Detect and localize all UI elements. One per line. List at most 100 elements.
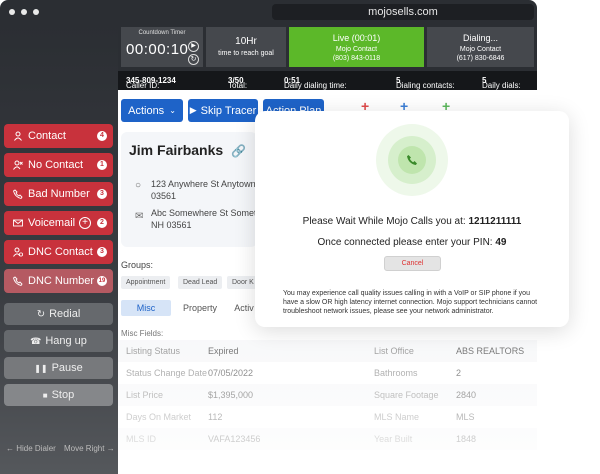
phone-block-icon <box>12 276 23 287</box>
skip-tracer-label: Skip Tracer <box>200 104 257 117</box>
field-key: Year Built <box>374 434 413 444</box>
bad-number-button-label: Bad Number <box>28 188 90 200</box>
misc-fields-label: Misc Fields: <box>121 329 164 338</box>
redial-label: Redial <box>49 308 81 320</box>
field-key: Bathrooms <box>374 368 418 378</box>
field-value: ABS REALTORS <box>456 346 525 356</box>
window-minimize-dot[interactable] <box>21 9 27 15</box>
dialing-phone: (617) 830-6846 <box>456 55 505 62</box>
tab-property[interactable]: Property <box>175 300 225 316</box>
table-row: Status Change Date 07/05/2022 Bathrooms … <box>118 362 537 384</box>
person-block-icon <box>12 247 23 258</box>
total-count: Total: 3/50 <box>228 76 247 90</box>
field-key: List Office <box>374 346 414 356</box>
table-row: MLS ID VAFA123456 Year Built 1848 <box>118 428 537 450</box>
field-key: Square Footage <box>374 390 439 400</box>
hangup-icon: ☎ <box>30 335 42 346</box>
dnc-number-button[interactable]: DNC Number 19 <box>4 269 113 293</box>
dialing-name: Mojo Contact <box>459 46 502 53</box>
pin-message: Once connected please enter your PIN: 49 <box>255 237 569 248</box>
dialing-contacts: Dialing contacts: 5 <box>396 76 455 90</box>
live-call-title: Live (00:01) <box>332 33 381 43</box>
caller-id-label: Caller ID: <box>126 81 160 90</box>
field-value: VAFA123456 <box>208 434 261 444</box>
window-maximize-dot[interactable] <box>33 9 39 15</box>
countdown-label: Countdown Timer <box>138 30 186 36</box>
no-contact-button-label: No Contact <box>28 159 84 171</box>
actions-dropdown[interactable]: Actions ⌄ <box>121 99 183 122</box>
skip-tracer-button[interactable]: ▶ Skip Tracer <box>188 99 258 122</box>
voicemail-button[interactable]: Voicemail + 2 <box>4 211 113 235</box>
address-bar[interactable]: mojosells.com <box>272 4 534 20</box>
group-chip-dead-lead[interactable]: Dead Lead <box>178 276 223 289</box>
stop-button[interactable]: ■ Stop <box>4 384 113 406</box>
live-call-panel[interactable]: Live (00:01) Mojo Contact (803) 843-0118 <box>289 27 424 67</box>
misc-fields-table: Listing Status Expired List Office ABS R… <box>118 340 537 474</box>
dialer-sidebar: Contact 4 No Contact 1 Bad Number 3 Voic… <box>0 24 118 474</box>
goal-panel: 10Hr time to reach goal <box>206 27 286 67</box>
phone-icon <box>398 146 426 174</box>
link-icon[interactable]: 🔗 <box>231 144 246 158</box>
contact-count-badge: 4 <box>97 131 107 141</box>
field-value: MLS <box>456 412 475 422</box>
pin-text: Once connected please enter your PIN: <box>317 237 493 248</box>
pause-label: Pause <box>51 362 83 374</box>
countdown-minutes: 00 <box>148 41 167 58</box>
contact-name: Jim Fairbanks 🔗 <box>129 142 246 158</box>
goal-label: time to reach goal <box>218 50 274 57</box>
location-pin-icon: ○ <box>135 180 142 191</box>
pause-button[interactable]: ❚❚ Pause <box>4 357 113 379</box>
redial-button[interactable]: ↻ Redial <box>4 303 113 325</box>
address2-line2: NH 03561 <box>151 220 192 230</box>
group-chip-appointment[interactable]: Appointment <box>121 276 171 289</box>
field-key: Listing Status <box>126 346 181 356</box>
contact-card: Jim Fairbanks 🔗 ○ 123 Anywhere St Anytow… <box>121 132 261 247</box>
bad-number-button[interactable]: Bad Number 3 <box>4 182 113 206</box>
live-call-phone: (803) 843-0118 <box>332 55 381 62</box>
field-value: 1848 <box>456 434 477 444</box>
hide-dialer-link[interactable]: ← Hide Dialer <box>6 444 56 453</box>
stop-label: Stop <box>51 389 75 401</box>
phone-x-icon <box>12 189 23 200</box>
redial-icon: ↻ <box>36 308 46 320</box>
dnc-number-count-badge: 19 <box>97 276 107 286</box>
wait-number: 1211211111 <box>468 216 522 227</box>
daily-dialing-time: Daily dialing time: 0:51 <box>284 76 347 90</box>
dialer-topbar: Countdown Timer 00:00:10 ▶ ↻ 10Hr time t… <box>118 24 537 71</box>
quality-note: You may experience call quality issues c… <box>283 290 538 315</box>
address1-line2: 03561 <box>151 191 177 201</box>
voicemail-count-badge: 2 <box>97 218 107 228</box>
field-key: MLS ID <box>126 434 157 444</box>
reset-icon[interactable]: ↻ <box>188 54 199 65</box>
contact-name-text: Jim Fairbanks <box>129 142 224 158</box>
play-icon[interactable]: ▶ <box>188 41 199 52</box>
mailbox-icon: ✉ <box>135 211 144 222</box>
move-right-link[interactable]: Move Right → <box>64 444 115 453</box>
goal-value: 10Hr <box>235 36 257 47</box>
field-value: 2840 <box>456 390 477 400</box>
calling-modal: Please Wait While Mojo Calls you at: 121… <box>255 111 569 327</box>
hide-dialer-label: Hide Dialer <box>16 444 56 453</box>
add-voicemail-icon[interactable]: + <box>79 217 91 229</box>
contact-button[interactable]: Contact 4 <box>4 124 113 148</box>
voicemail-button-label: Voicemail <box>28 217 76 229</box>
field-value: 2 <box>456 368 462 378</box>
table-row: List Price $1,395,000 Square Footage 284… <box>118 384 537 406</box>
field-key: List Price <box>126 390 164 400</box>
address2-line1: Abc Somewhere St Someto <box>151 208 261 218</box>
hang-up-button[interactable]: ☎ Hang up <box>4 330 113 352</box>
no-contact-button[interactable]: No Contact 1 <box>4 153 113 177</box>
move-right-label: Move Right <box>64 444 105 453</box>
field-value: Expired <box>208 346 239 356</box>
cancel-button[interactable]: Cancel <box>384 256 441 271</box>
dnc-contact-button[interactable]: DNC Contact 3 <box>4 240 113 264</box>
primary-address: 123 Anywhere St Anytown 03561 <box>151 178 261 202</box>
countdown-hours: 00 <box>126 41 144 58</box>
dialing-panel: Dialing... Mojo Contact (617) 830-6846 <box>427 27 534 67</box>
status-bar: Caller ID: 345-809-1234 Total: 3/50 Dail… <box>118 71 537 90</box>
countdown-timer: Countdown Timer 00:00:10 ▶ ↻ <box>121 27 203 67</box>
tab-misc[interactable]: Misc <box>121 300 171 316</box>
window-close-dot[interactable] <box>9 9 15 15</box>
caller-id: Caller ID: 345-809-1234 <box>126 76 176 90</box>
field-key: Days On Market <box>126 412 192 422</box>
